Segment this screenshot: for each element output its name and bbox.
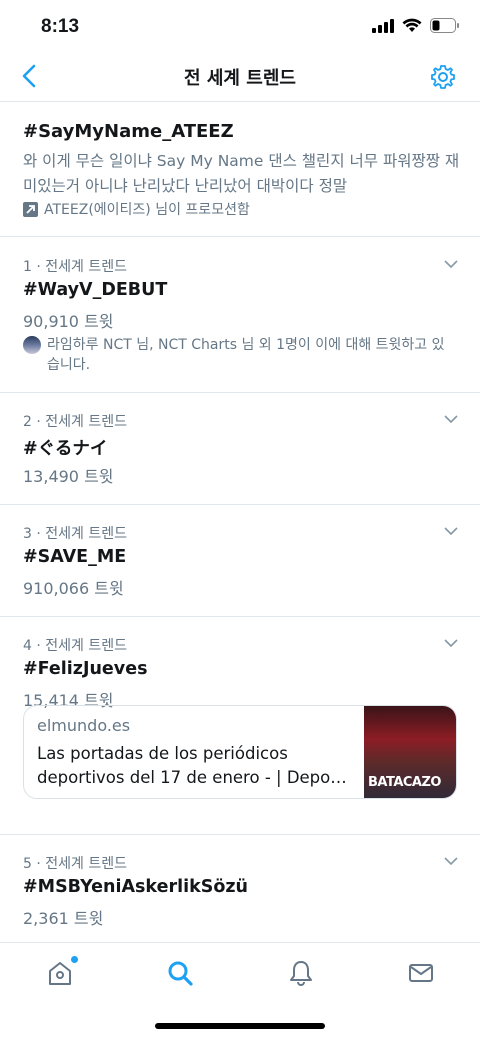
link-card[interactable]: elmundo.es Las portadas de los periódico…: [23, 705, 457, 799]
link-card-thumbnail: BATACAZO: [364, 706, 456, 798]
tab-notifications[interactable]: [287, 959, 317, 989]
status-time: 8:13: [41, 16, 80, 37]
chevron-down-icon[interactable]: [444, 415, 458, 424]
notifications-icon: [290, 961, 312, 986]
search-icon: [168, 961, 193, 986]
trend-rank: 1 · 전세계 트렌드: [23, 259, 127, 275]
trend-tweet-count: 910,066 트윗: [23, 579, 124, 598]
trend-rank: 4 · 전세계 트렌드: [23, 638, 127, 654]
trend-rank: 2 · 전세계 트렌드: [23, 414, 127, 430]
trend-tweet-count: 13,490 트윗: [23, 467, 114, 486]
trend-name: #FelizJueves: [23, 659, 148, 679]
link-card-domain: elmundo.es: [37, 716, 131, 735]
trend-name: #WayV_DEBUT: [23, 280, 168, 300]
notification-dot: [71, 956, 78, 963]
trend-item[interactable]: 4 · 전세계 트렌드 #FelizJueves 15,414 트윗 elmun…: [0, 617, 480, 835]
trend-item[interactable]: 2 · 전세계 트렌드 #ぐるナイ 13,490 트윗: [0, 393, 480, 505]
trend-item[interactable]: 5 · 전세계 트렌드 #MSBYeniAskerlikSözü 2,361 트…: [0, 835, 480, 942]
thumbnail-headline: BATACAZO: [368, 775, 441, 790]
promoted-by-text: ATEEZ(에이티즈) 님이 프로모션함: [44, 202, 250, 218]
trend-name: #MSBYeniAskerlikSözü: [23, 877, 248, 897]
trend-rank: 5 · 전세계 트렌드: [23, 856, 127, 872]
avatar: [23, 336, 41, 354]
wifi-icon: [402, 18, 422, 32]
tab-bar: [0, 942, 480, 1039]
promoted-trend[interactable]: #SayMyName_ATEEZ 와 이게 무슨 일이냐 Say My Name…: [0, 103, 480, 237]
promoted-by-line: ATEEZ(에이티즈) 님이 프로모션함: [23, 199, 250, 219]
trend-rank: 3 · 전세계 트렌드: [23, 526, 127, 542]
promoted-description: 와 이게 무슨 일이냐 Say My Name 댄스 챌린지 너무 파워짱짱 재…: [23, 152, 460, 195]
tab-search[interactable]: [166, 959, 196, 989]
link-card-title: Las portadas de los periódicos deportivo…: [37, 742, 357, 790]
signal-icon: [372, 18, 394, 33]
home-indicator: [155, 1023, 325, 1029]
status-bar: 8:13: [0, 0, 480, 56]
tab-home[interactable]: [46, 956, 78, 989]
promoted-icon: [23, 201, 38, 217]
promoted-hashtag: #SayMyName_ATEEZ: [23, 121, 234, 142]
chevron-down-icon[interactable]: [444, 527, 458, 536]
trend-name: #SAVE_ME: [23, 547, 127, 567]
trend-item[interactable]: 3 · 전세계 트렌드 #SAVE_ME 910,066 트윗: [0, 505, 480, 617]
trend-context-text: 라임하루 NCT 님, NCT Charts 님 외 1명이 이에 대해 트윗하…: [47, 337, 445, 373]
trend-name: #ぐるナイ: [23, 439, 108, 459]
link-card-title-line2: deportivos del 17 de enero - | Depo…: [37, 768, 347, 787]
nav-bar: 전 세계 트렌드: [0, 50, 480, 102]
chevron-down-icon[interactable]: [444, 260, 458, 269]
trend-context: 라임하루 NCT 님, NCT Charts 님 외 1명이 이에 대해 트윗하…: [23, 335, 453, 375]
trend-item[interactable]: 1 · 전세계 트렌드 #WayV_DEBUT 90,910 트윗 라임하루 N…: [0, 238, 480, 393]
tab-messages[interactable]: [407, 959, 437, 989]
page-title: 전 세계 트렌드: [184, 68, 296, 89]
home-icon: [49, 962, 71, 985]
chevron-down-icon[interactable]: [444, 639, 458, 648]
trend-tweet-count: 2,361 트윗: [23, 909, 104, 928]
status-icons: [372, 18, 460, 33]
battery-icon: [430, 18, 459, 33]
trend-tweet-count: 90,910 트윗: [23, 312, 114, 331]
link-card-title-line1: Las portadas de los periódicos: [37, 744, 288, 763]
gear-icon[interactable]: [430, 64, 456, 90]
messages-icon: [409, 964, 433, 982]
chevron-down-icon[interactable]: [444, 857, 458, 866]
